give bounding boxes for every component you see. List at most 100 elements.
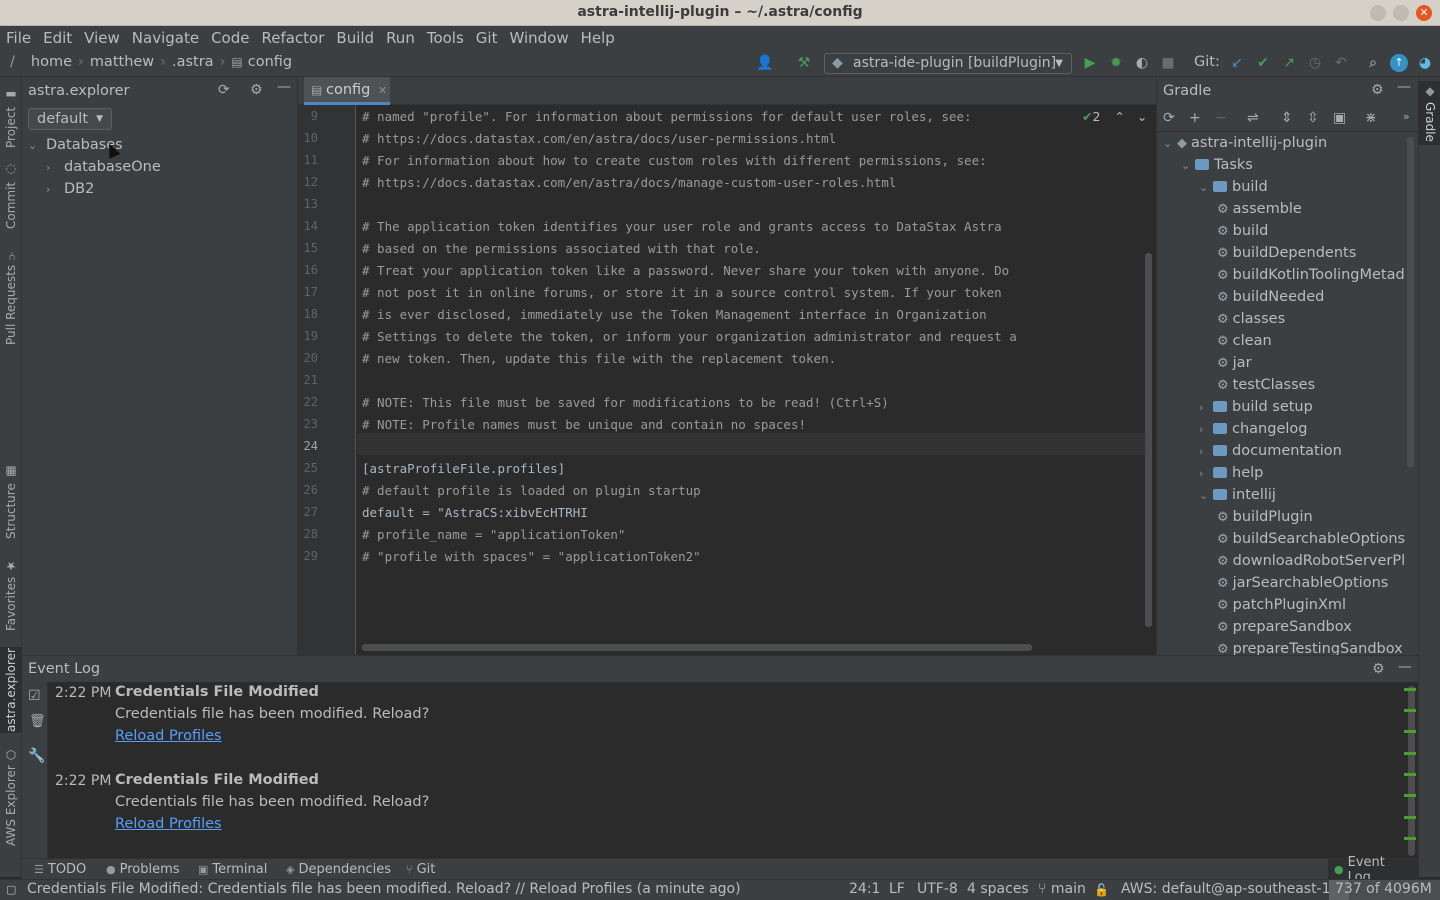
editor-horizontal-scrollbar[interactable] bbox=[362, 644, 1032, 651]
breadcrumb-astra[interactable]: .astra bbox=[172, 54, 214, 70]
gradle-tree-item[interactable]: ⚙ build bbox=[1217, 223, 1268, 239]
expanded-arrow-icon[interactable]: ⌄ bbox=[1181, 159, 1195, 172]
problems-tab[interactable]: ● Problems bbox=[106, 862, 180, 877]
gradle-tree-item[interactable]: ⚙ buildNeeded bbox=[1217, 289, 1324, 305]
editor-vertical-scrollbar[interactable] bbox=[1145, 253, 1152, 627]
menu-edit[interactable]: Edit bbox=[37, 29, 78, 47]
gradle-tree-item[interactable]: ⌄ intellij bbox=[1199, 487, 1276, 503]
pull-requests-tool-tab[interactable]: Pull Requests ⑂ bbox=[0, 247, 22, 347]
add-icon[interactable]: + bbox=[1189, 110, 1201, 126]
tree-item-databaseone[interactable]: › databaseOne bbox=[46, 159, 161, 175]
chevron-down-icon[interactable]: ⌄ bbox=[1137, 109, 1147, 124]
indent-setting[interactable]: 4 spaces bbox=[967, 881, 1029, 897]
minimize-panel-icon[interactable]: — bbox=[1398, 654, 1412, 680]
git-branch[interactable]: ⑂ main bbox=[1038, 881, 1086, 897]
terminal-tab[interactable]: ▣ Terminal bbox=[198, 862, 267, 877]
aws-connection[interactable]: AWS: default@ap-southeast-1 bbox=[1121, 881, 1331, 897]
profile-select[interactable]: default ▼ bbox=[28, 108, 112, 130]
menu-help[interactable]: Help bbox=[575, 29, 621, 47]
collapse-all-icon[interactable]: ⇳ bbox=[1307, 110, 1319, 126]
run-configuration-select[interactable]: ◆ astra-ide-plugin [buildPlugin] ▼ bbox=[824, 53, 1072, 74]
event-log-tab[interactable]: ● Event Log bbox=[1328, 855, 1418, 885]
gradle-tree-item[interactable]: ⚙ buildDependents bbox=[1217, 245, 1356, 261]
project-tool-tab[interactable]: Project ▬ bbox=[0, 83, 22, 153]
breadcrumb-home[interactable]: home bbox=[31, 54, 72, 70]
trash-icon[interactable]: 🗑 bbox=[29, 714, 46, 729]
history-icon[interactable]: ◷ bbox=[1306, 54, 1324, 72]
toolbox-icon[interactable]: ◕ bbox=[1416, 54, 1434, 72]
error-stripe-mark[interactable] bbox=[1404, 688, 1416, 691]
search-icon[interactable]: ⌕ bbox=[1364, 54, 1382, 72]
gradle-tree-item[interactable]: ⚙ prepareTestingSandbox bbox=[1217, 641, 1403, 655]
gradle-tree-item[interactable]: ⚙ clean bbox=[1217, 333, 1272, 349]
rollback-icon[interactable]: ↶ bbox=[1332, 54, 1350, 72]
menu-file[interactable]: File bbox=[0, 29, 37, 47]
minimize-button[interactable] bbox=[1370, 5, 1386, 21]
reload-profiles-link[interactable]: Reload Profiles bbox=[115, 816, 222, 832]
tree-item-db2[interactable]: › DB2 bbox=[46, 181, 94, 197]
menu-navigate[interactable]: Navigate bbox=[126, 29, 205, 47]
menu-refactor[interactable]: Refactor bbox=[255, 29, 330, 47]
gradle-vertical-scrollbar[interactable] bbox=[1407, 137, 1414, 467]
error-stripe-mark[interactable] bbox=[1404, 816, 1416, 819]
chevron-up-icon[interactable]: ⌃ bbox=[1114, 109, 1124, 124]
editor-tab-config[interactable]: ▤ config ✕ bbox=[304, 77, 390, 105]
close-tab-icon[interactable]: ✕ bbox=[378, 77, 387, 104]
gradle-tree-item[interactable]: ⌄ Tasks bbox=[1181, 157, 1253, 173]
dependencies-tab[interactable]: ◈ Dependencies bbox=[286, 862, 391, 877]
reload-icon[interactable]: ⟳ bbox=[1163, 110, 1175, 126]
caret-position[interactable]: 24:1 bbox=[849, 881, 880, 897]
gear-icon[interactable]: ⚙ bbox=[1372, 656, 1385, 682]
remove-icon[interactable]: − bbox=[1215, 110, 1227, 126]
gradle-tree-item[interactable]: ⚙ buildPlugin bbox=[1217, 509, 1313, 525]
expanded-arrow-icon[interactable]: ⌄ bbox=[1199, 489, 1213, 502]
account-icon[interactable]: 👤 bbox=[756, 54, 774, 72]
favorites-tool-tab[interactable]: Favorites ★ bbox=[0, 557, 22, 633]
git-push-icon[interactable]: ↗ bbox=[1280, 54, 1298, 72]
expanded-arrow-icon[interactable]: ⌄ bbox=[1163, 137, 1177, 150]
refresh-icon[interactable]: ⟳ bbox=[218, 82, 230, 98]
git-update-icon[interactable]: ↙ bbox=[1228, 54, 1246, 72]
stop-icon[interactable]: ■ bbox=[1159, 54, 1177, 72]
run-icon[interactable]: ▶ bbox=[1081, 54, 1099, 72]
todo-tab[interactable]: ☰ TODO bbox=[34, 862, 86, 877]
status-message[interactable]: Credentials File Modified: Credentials f… bbox=[27, 881, 741, 897]
mark-read-icon[interactable]: ☑ bbox=[28, 688, 41, 704]
coverage-icon[interactable]: ◐ bbox=[1133, 54, 1151, 72]
gear-icon[interactable]: ⚙ bbox=[250, 82, 263, 98]
error-stripe-mark[interactable] bbox=[1404, 837, 1416, 840]
close-window-button[interactable]: ✕ bbox=[1416, 5, 1432, 21]
menu-run[interactable]: Run bbox=[380, 29, 421, 47]
collapsed-arrow-icon[interactable]: › bbox=[1199, 423, 1213, 436]
menu-window[interactable]: Window bbox=[503, 29, 574, 47]
gradle-tree-item[interactable]: ⚙ jarSearchableOptions bbox=[1217, 575, 1388, 591]
error-stripe-mark[interactable] bbox=[1404, 752, 1416, 755]
error-stripe-mark[interactable] bbox=[1404, 709, 1416, 712]
menu-code[interactable]: Code bbox=[205, 29, 255, 47]
update-icon[interactable]: ↑ bbox=[1390, 54, 1408, 72]
gradle-tree-item[interactable]: ⚙ buildSearchableOptions bbox=[1217, 531, 1405, 547]
gradle-tree-item[interactable]: ⚙ prepareSandbox bbox=[1217, 619, 1352, 635]
menu-git[interactable]: Git bbox=[470, 29, 504, 47]
commit-tool-tab[interactable]: Commit ◌ bbox=[0, 161, 22, 231]
gradle-tree-item[interactable]: ⚙ buildKotlinToolingMetad bbox=[1217, 267, 1405, 283]
gradle-tree-item[interactable]: ⚙ jar bbox=[1217, 355, 1252, 371]
menu-tools[interactable]: Tools bbox=[421, 29, 470, 47]
gradle-tree-item[interactable]: ⚙ testClasses bbox=[1217, 377, 1315, 393]
gradle-tree-item[interactable]: › build setup bbox=[1199, 399, 1313, 415]
gradle-tool-tab[interactable]: ◆ Gradle bbox=[1419, 81, 1440, 145]
breadcrumb-config[interactable]: config bbox=[248, 54, 292, 70]
file-encoding[interactable]: UTF-8 bbox=[917, 881, 958, 897]
reload-profiles-link[interactable]: Reload Profiles bbox=[115, 728, 222, 744]
debug-icon[interactable]: ✹ bbox=[1107, 54, 1125, 72]
minimize-panel-icon[interactable]: — bbox=[277, 79, 291, 95]
gradle-tree-item[interactable]: › documentation bbox=[1199, 443, 1342, 459]
error-stripe-mark[interactable] bbox=[1404, 730, 1416, 733]
menu-view[interactable]: View bbox=[78, 29, 126, 47]
collapsed-arrow-icon[interactable]: › bbox=[1199, 467, 1213, 480]
error-stripe-mark[interactable] bbox=[1404, 773, 1416, 776]
breadcrumb-matthew[interactable]: matthew bbox=[90, 54, 154, 70]
structure-tool-tab[interactable]: Structure ▦ bbox=[0, 463, 22, 541]
maximize-button[interactable] bbox=[1393, 5, 1409, 21]
gradle-tree-item[interactable]: ⚙ classes bbox=[1217, 311, 1285, 327]
